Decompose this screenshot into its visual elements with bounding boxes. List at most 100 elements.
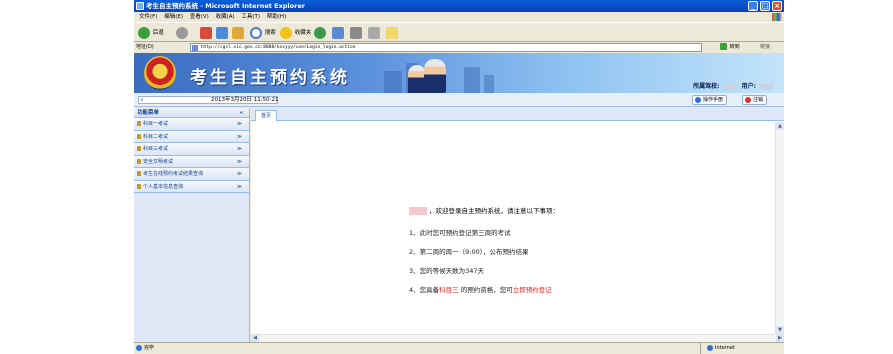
help-manual-button[interactable]: 操作手册 (692, 95, 728, 105)
star-icon (280, 26, 292, 39)
stop-button[interactable] (200, 26, 213, 40)
datetime-box: ∨ 2013年3月20日 11:50:21 (138, 96, 278, 104)
window-title: 考生自主预约系统 - Microsoft Internet Explorer (146, 2, 305, 10)
logout-button[interactable]: 注销 (742, 95, 768, 105)
links-label[interactable]: 链接 (760, 42, 770, 53)
chevron-down-icon: ≫ (236, 133, 242, 140)
lock-icon (137, 158, 141, 164)
security-zone: Internet (700, 343, 735, 354)
edit-icon (368, 26, 380, 39)
info-strip: ∨ 2013年3月20日 11:50:21 操作手册 注销 (134, 93, 784, 107)
forward-arrow-icon (176, 26, 188, 39)
function-menu-title: 功能菜单 (137, 110, 160, 116)
go-button[interactable]: 转到 (720, 42, 740, 53)
sidebar-item-label: 安全文明考试 (143, 158, 174, 165)
notice-3: 3、您的等候天数为347天 (409, 267, 485, 275)
menu-edit[interactable]: 编辑(E) (164, 14, 183, 20)
globe-icon (707, 344, 713, 351)
sidebar-item-label: 科目二考试 (143, 133, 169, 140)
zone-text: Internet (715, 345, 735, 351)
maximize-button[interactable]: □ (760, 1, 770, 11)
logout-label: 注销 (753, 97, 764, 103)
sidebar-item-label: 考生在线预约考试结果查询 (143, 171, 204, 177)
folder-icon (386, 26, 398, 39)
menu-view[interactable]: 查看(V) (190, 14, 209, 20)
collapse-icon[interactable]: « (239, 108, 243, 118)
notice-4-middle: 的预约资格，您可 (458, 286, 513, 294)
user-info: 所属驾校: 用户: (693, 81, 776, 90)
minimize-button[interactable]: _ (748, 1, 758, 11)
tab-strip: 首页 (251, 108, 784, 121)
lock-icon (137, 183, 141, 189)
close-button[interactable]: × (772, 1, 782, 11)
notice-1: 1、此时您可预约登记第三周的考试 (409, 229, 511, 237)
back-button[interactable]: 后退 (138, 26, 164, 40)
page-done-icon (136, 344, 142, 351)
horizontal-scrollbar[interactable]: ◀ ▶ (251, 334, 784, 342)
address-label: 地址(D) (136, 44, 154, 50)
windows-logo-icon (772, 13, 782, 21)
go-arrow-icon (720, 43, 727, 50)
sidebar-item-label: 科目一考试 (143, 121, 169, 127)
back-label: 后退 (152, 30, 164, 36)
chevron-down-icon: ≫ (236, 171, 242, 177)
chevron-down-icon[interactable]: ∨ (140, 97, 144, 104)
refresh-icon (216, 26, 228, 39)
forward-button[interactable] (176, 26, 189, 40)
sidebar-item-personal-info[interactable]: 个人基本信息查询 ≫ (134, 180, 249, 193)
messenger-button[interactable] (386, 26, 399, 40)
scroll-up-icon[interactable]: ▲ (776, 122, 784, 130)
sidebar-item-subject3[interactable]: 科目三考试 ≫ (134, 143, 249, 156)
book-now-link[interactable]: 立即预约登记 (513, 286, 552, 294)
officer-figure (424, 59, 446, 93)
stop-icon (200, 26, 212, 39)
lock-icon (137, 146, 141, 151)
menu-bar: 文件(F) 编辑(E) 查看(V) 收藏(A) 工具(T) 帮助(H) (134, 12, 784, 22)
sidebar-item-subject1[interactable]: 科目一考试 ≫ (134, 118, 249, 131)
system-banner: 考生自主预约系统 所属驾校: 用户: (134, 53, 784, 93)
scroll-left-icon[interactable]: ◀ (251, 335, 259, 342)
history-button[interactable] (314, 26, 327, 40)
sidebar-item-result-query[interactable]: 考生在线预约考试结果查询 ≫ (134, 168, 249, 181)
history-icon (314, 26, 326, 39)
search-icon (250, 26, 262, 39)
print-button[interactable] (350, 26, 363, 40)
mail-button[interactable] (332, 26, 345, 40)
help-icon (695, 96, 701, 103)
vertical-scrollbar[interactable]: ▲ ▼ (775, 122, 784, 334)
tab-home[interactable]: 首页 (255, 110, 278, 121)
scroll-right-icon[interactable]: ▶ (776, 335, 784, 342)
browser-toolbar: 后退 搜索 收藏夹 (134, 22, 784, 42)
edit-button[interactable] (368, 26, 381, 40)
ie-app-icon (136, 2, 144, 10)
notice-4: 4、您具备科目三 的预约资格，您可立即预约登记 (409, 284, 552, 294)
user-label: 用户: (741, 83, 756, 90)
menu-favorites[interactable]: 收藏(A) (216, 14, 235, 20)
sidebar-item-subject2[interactable]: 科目二考试 ≫ (134, 130, 249, 143)
chevron-down-icon: ≫ (236, 183, 242, 190)
welcome-message: ，欢迎登录自主预约系统，请注意以下事项： (409, 205, 559, 215)
search-button[interactable]: 搜索 (250, 26, 276, 40)
address-bar: 地址(D) http://cgsl.sic.gov.cn:8088/kscyyy… (134, 42, 784, 53)
function-menu-header: 功能菜单 « (134, 108, 249, 118)
notice-2: 2、第二周的周一（9:00），公布预约结果 (409, 248, 529, 256)
sidebar-item-label: 个人基本信息查询 (143, 183, 184, 190)
print-icon (350, 26, 362, 39)
sidebar-item-safety[interactable]: 安全文明考试 ≫ (134, 155, 249, 168)
main-panel: 首页 ，欢迎登录自主预约系统，请注意以下事项： 1、此时您可预约登记第三周的考试… (251, 108, 784, 342)
logout-icon (745, 96, 751, 103)
scroll-down-icon[interactable]: ▼ (776, 326, 784, 334)
page-icon (192, 45, 198, 51)
chevron-down-icon: ≫ (236, 121, 242, 127)
home-button[interactable] (232, 26, 245, 40)
redacted-name (409, 207, 427, 215)
notice-4-prefix: 4、您具备 (409, 286, 440, 294)
favorites-button[interactable]: 收藏夹 (280, 26, 311, 40)
menu-file[interactable]: 文件(F) (139, 14, 157, 20)
back-arrow-icon (138, 26, 150, 39)
menu-tools[interactable]: 工具(T) (241, 14, 260, 20)
favorites-label: 收藏夹 (294, 30, 312, 36)
address-input[interactable]: http://cgsl.sic.gov.cn:8088/kscyyy/userL… (190, 43, 702, 52)
menu-help[interactable]: 帮助(H) (267, 14, 286, 20)
refresh-button[interactable] (216, 26, 229, 40)
